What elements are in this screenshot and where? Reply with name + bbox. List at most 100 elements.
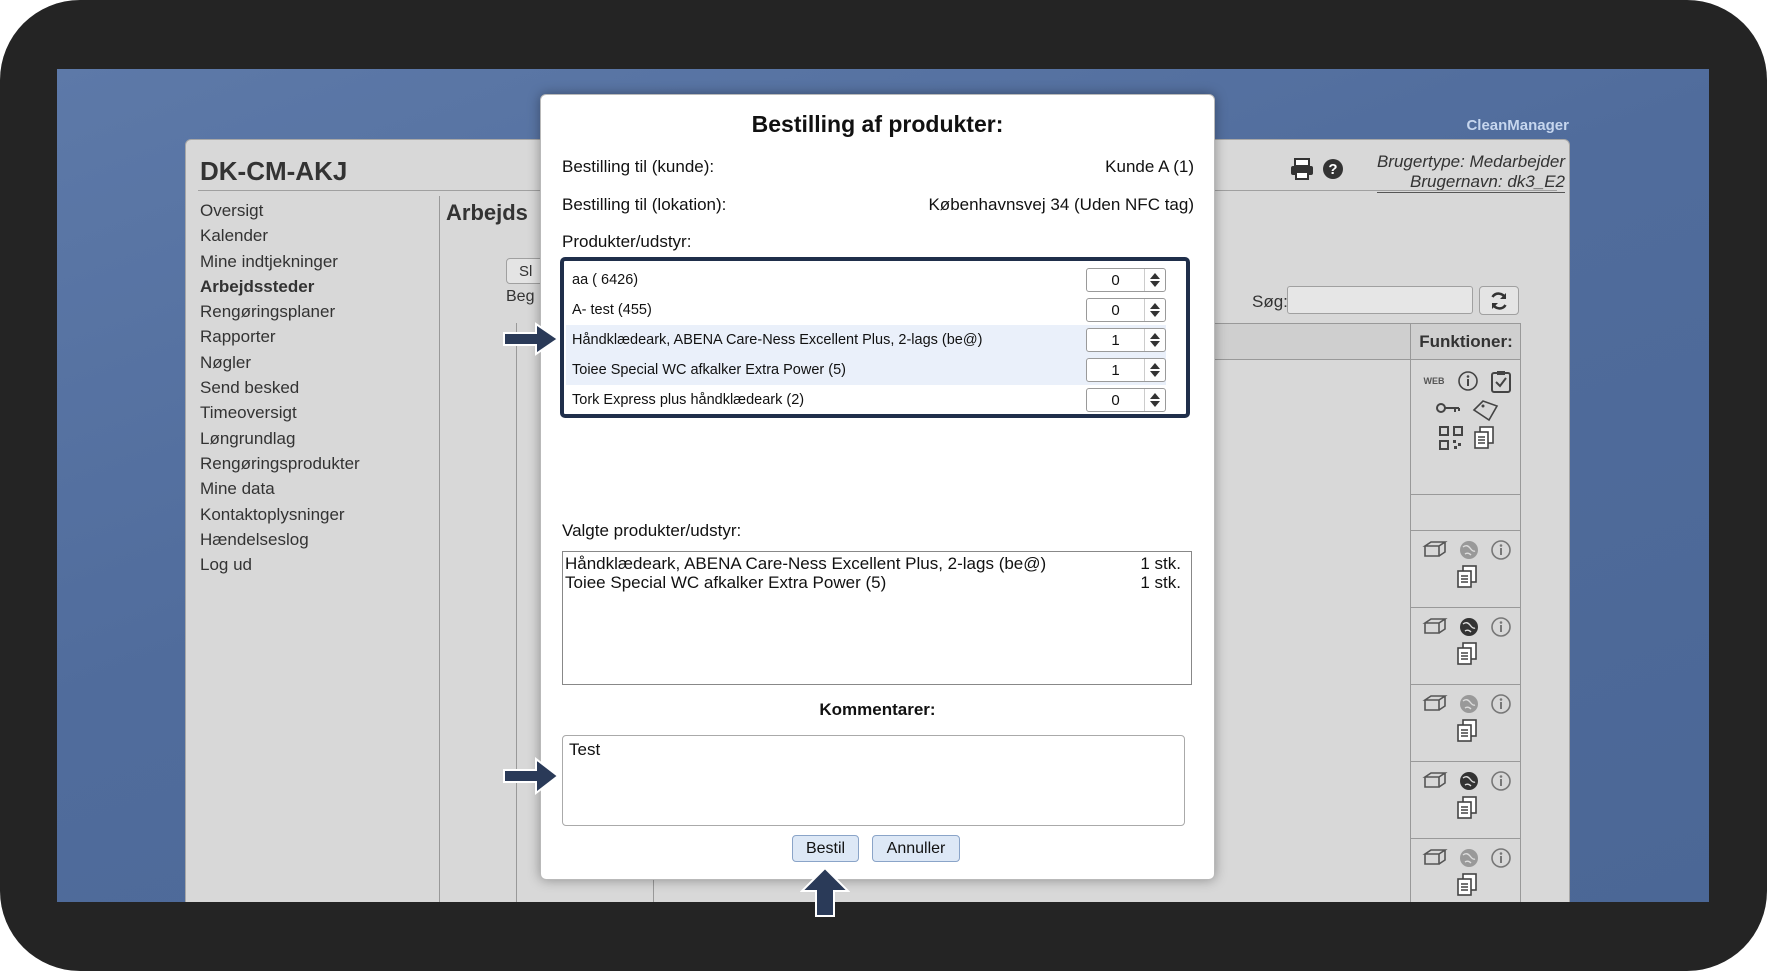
qr-code-icon[interactable] xyxy=(1439,426,1463,450)
svg-text:WEB: WEB xyxy=(1424,376,1445,386)
row-divider xyxy=(1411,494,1521,495)
sidebar-item-kontaktoplysninger[interactable]: Kontaktoplysninger xyxy=(200,502,430,527)
background-text: Beg xyxy=(506,288,535,305)
checklist-icon[interactable] xyxy=(1489,370,1513,394)
sidebar-nav: Oversigt Kalender Mine indtjekninger Arb… xyxy=(200,198,430,577)
globe-icon[interactable] xyxy=(1458,539,1480,561)
row-function-icons xyxy=(1419,770,1515,820)
sidebar-item-rapporter[interactable]: Rapporter xyxy=(200,324,430,349)
sidebar-item-mine-indtjekninger[interactable]: Mine indtjekninger xyxy=(200,249,430,274)
box-icon[interactable] xyxy=(1422,847,1448,867)
box-icon[interactable] xyxy=(1422,616,1448,636)
refresh-icon xyxy=(1491,291,1507,310)
info-icon[interactable] xyxy=(1490,539,1512,561)
info-icon[interactable] xyxy=(1490,693,1512,715)
user-info: Brugertype: Medarbejder Brugernavn: dk3_… xyxy=(1376,152,1565,193)
sidebar-item-loengrundlag[interactable]: Løngrundlag xyxy=(200,426,430,451)
sidebar-item-send-besked[interactable]: Send besked xyxy=(200,375,430,400)
row-divider xyxy=(1411,607,1521,608)
brand-logo-text: CleanManager xyxy=(1466,117,1569,134)
print-icon[interactable] xyxy=(1290,158,1314,180)
quantity-value[interactable]: 0 xyxy=(1087,392,1144,409)
info-icon[interactable] xyxy=(1490,770,1512,792)
spinner-arrows-icon[interactable] xyxy=(1144,359,1165,381)
row-divider xyxy=(1411,838,1521,839)
dialog-title: Bestilling af produkter: xyxy=(751,111,1004,137)
sidebar-item-timeoversigt[interactable]: Timeoversigt xyxy=(200,400,430,425)
search-label: Søg: xyxy=(1252,292,1288,311)
product-name: Tork Express plus håndklædeark (2) xyxy=(572,392,805,408)
quantity-value[interactable]: 0 xyxy=(1087,302,1144,319)
product-tag-icon[interactable] xyxy=(1471,398,1499,422)
globe-icon[interactable] xyxy=(1458,693,1480,715)
documents-icon[interactable] xyxy=(1473,426,1495,450)
globe-icon[interactable] xyxy=(1458,770,1480,792)
documents-icon[interactable] xyxy=(1456,719,1478,743)
documents-icon[interactable] xyxy=(1456,796,1478,820)
comments-textarea[interactable]: Test xyxy=(562,735,1185,826)
arrow-up-icon xyxy=(800,866,850,917)
cancel-button[interactable]: Annuller xyxy=(872,835,960,862)
quantity-stepper[interactable]: 0 xyxy=(1086,268,1166,292)
sidebar-item-rengoeringsprodukter[interactable]: Rengøringsprodukter xyxy=(200,451,430,476)
location-label: Bestilling til (lokation): xyxy=(562,195,727,214)
row-function-icons xyxy=(1419,847,1515,897)
quantity-stepper[interactable]: 1 xyxy=(1086,328,1166,352)
quantity-stepper[interactable]: 0 xyxy=(1086,298,1166,322)
order-button[interactable]: Bestil xyxy=(792,835,859,862)
box-icon[interactable] xyxy=(1422,770,1448,790)
documents-icon[interactable] xyxy=(1456,565,1478,589)
key-icon[interactable] xyxy=(1435,398,1461,418)
spinner-arrows-icon[interactable] xyxy=(1144,389,1165,411)
box-icon[interactable] xyxy=(1422,539,1448,559)
quantity-value[interactable]: 1 xyxy=(1087,362,1144,379)
globe-icon[interactable] xyxy=(1458,847,1480,869)
sidebar-item-log-ud[interactable]: Log ud xyxy=(200,552,430,577)
sidebar-item-mine-data[interactable]: Mine data xyxy=(200,476,430,501)
sidebar-item-rengoeringsplaner[interactable]: Rengøringsplaner xyxy=(200,299,430,324)
arrow-right-icon xyxy=(503,757,560,795)
sidebar-item-haendelseslog[interactable]: Hændelseslog xyxy=(200,527,430,552)
row-divider xyxy=(1411,530,1521,531)
sidebar-item-oversigt[interactable]: Oversigt xyxy=(200,198,430,223)
products-label: Produkter/udstyr: xyxy=(562,232,692,251)
refresh-button[interactable] xyxy=(1479,286,1519,315)
help-icon[interactable]: ? xyxy=(1322,158,1344,180)
sidebar-item-arbejdssteder[interactable]: Arbejdssteder xyxy=(200,274,430,299)
svg-text:?: ? xyxy=(1328,161,1337,178)
sidebar-item-kalender[interactable]: Kalender xyxy=(200,223,430,248)
quantity-value[interactable]: 1 xyxy=(1087,332,1144,349)
selected-product-name: Toiee Special WC afkalker Extra Power (5… xyxy=(565,573,887,592)
product-name: aa ( 6426) xyxy=(572,272,639,288)
screenshot-frame: CleanManager DK-CM-AKJ ? Brugertype: Med… xyxy=(0,0,1767,971)
globe-icon[interactable] xyxy=(1458,616,1480,638)
site-title: DK-CM-AKJ xyxy=(200,156,348,186)
list-item: Toiee Special WC afkalker Extra Power (5… xyxy=(565,573,1181,592)
box-icon[interactable] xyxy=(1422,693,1448,713)
column-divider xyxy=(516,323,517,902)
selected-product-qty: 1 stk. xyxy=(1140,573,1181,592)
quantity-stepper[interactable]: 0 xyxy=(1086,388,1166,412)
info-icon[interactable] xyxy=(1490,616,1512,638)
sidebar-item-noegler[interactable]: Nøgler xyxy=(200,350,430,375)
search-input[interactable] xyxy=(1287,286,1473,314)
web-icon[interactable]: WEB xyxy=(1421,370,1447,390)
quantity-stepper[interactable]: 1 xyxy=(1086,358,1166,382)
list-item: A- test (455) 0 xyxy=(566,295,1166,325)
quantity-value[interactable]: 0 xyxy=(1087,272,1144,289)
documents-icon[interactable] xyxy=(1456,873,1478,897)
info-icon[interactable] xyxy=(1490,847,1512,869)
documents-icon[interactable] xyxy=(1456,642,1478,666)
spinner-arrows-icon[interactable] xyxy=(1144,269,1165,291)
spinner-arrows-icon[interactable] xyxy=(1144,329,1165,351)
customer-label: Bestilling til (kunde): xyxy=(562,157,715,176)
list-item: Tork Express plus håndklædeark (2) 0 xyxy=(566,385,1166,415)
product-name: Toiee Special WC afkalker Extra Power (5… xyxy=(572,362,846,378)
order-products-dialog: Bestilling af produkter: Bestilling til … xyxy=(540,94,1215,880)
spinner-arrows-icon[interactable] xyxy=(1144,299,1165,321)
row-function-icons xyxy=(1419,616,1515,666)
selected-product-qty: 1 stk. xyxy=(1140,554,1181,573)
customer-row: Bestilling til (kunde): Kunde A (1) xyxy=(562,157,1194,177)
info-icon[interactable] xyxy=(1457,370,1479,392)
sidebar-divider xyxy=(439,196,440,902)
